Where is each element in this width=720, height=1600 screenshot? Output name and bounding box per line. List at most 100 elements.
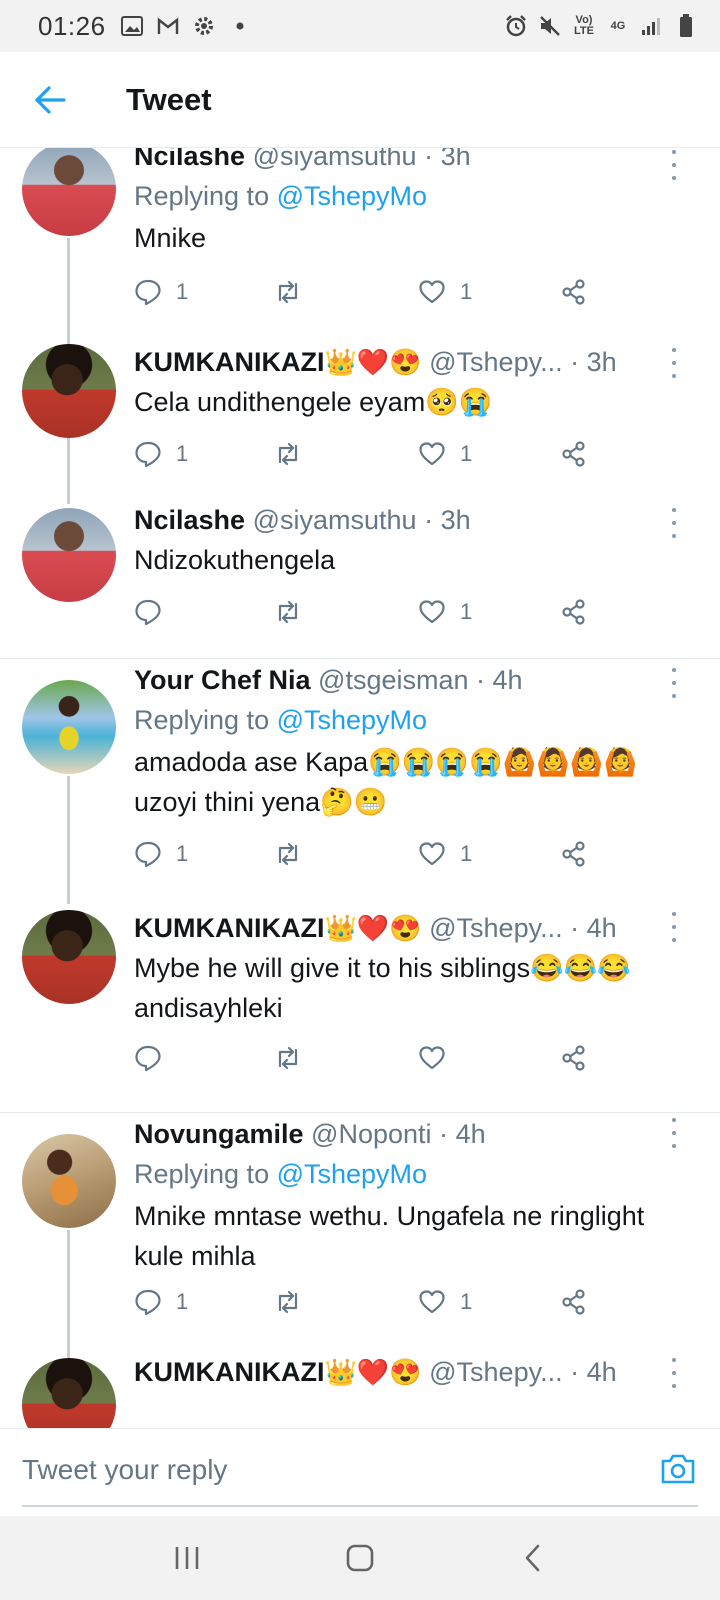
heart-icon	[419, 442, 445, 466]
separator-dot: ·	[424, 148, 434, 171]
like-button[interactable]: 1	[418, 272, 472, 312]
name-emoji: 👑❤️😍	[324, 347, 422, 377]
tweet-body: KUMKANIKAZI👑❤️😍 @Tshepy... · 4h	[134, 1354, 692, 1390]
mention-link[interactable]: @TshepyMo	[277, 181, 427, 211]
reply-button[interactable]: 1	[134, 834, 188, 874]
heart-icon	[419, 1046, 445, 1070]
retweet-button[interactable]	[274, 272, 302, 312]
tweet-time: 3h	[440, 148, 471, 171]
reply-button[interactable]: 1	[134, 272, 188, 312]
like-count: 1	[460, 441, 473, 466]
user-handle[interactable]: @Tshepy...	[429, 1357, 562, 1387]
thread-line	[67, 1230, 70, 1358]
like-button[interactable]	[418, 1038, 460, 1078]
like-count: 1	[460, 841, 473, 866]
share-icon	[562, 1045, 585, 1071]
replying-prefix: Replying to	[134, 181, 277, 211]
back-arrow-icon	[35, 85, 66, 114]
user-name[interactable]: Ncilashe	[134, 505, 245, 535]
more-options-icon[interactable]	[668, 508, 680, 538]
user-handle[interactable]: @siyamsuthu	[253, 148, 417, 171]
user-name[interactable]: Ncilashe	[134, 148, 245, 171]
avatar[interactable]	[22, 148, 116, 236]
avatar[interactable]	[22, 910, 116, 1004]
more-options-icon[interactable]	[668, 348, 680, 378]
user-name[interactable]: Novungamile	[134, 1119, 304, 1149]
user-name[interactable]: Your Chef Nia	[134, 665, 311, 695]
reply-button[interactable]: 1	[134, 434, 188, 474]
reply-icon	[135, 279, 161, 306]
tweet-actions: 1	[134, 592, 614, 632]
like-count: 1	[460, 279, 473, 304]
retweet-icon	[278, 600, 298, 624]
tweet-header: Your Chef Nia @tsgeisman · 4h	[134, 662, 692, 698]
home-icon	[346, 1544, 374, 1572]
tweet-header: Ncilashe @siyamsuthu · 3h	[134, 148, 692, 174]
signal-icon	[640, 14, 664, 38]
share-button[interactable]	[560, 592, 588, 632]
mention-link[interactable]: @TshepyMo	[277, 705, 427, 735]
avatar[interactable]	[22, 1358, 116, 1428]
user-handle[interactable]: @tsgeisman	[318, 665, 468, 695]
reply-input[interactable]	[22, 1445, 632, 1495]
tweet-body: Your Chef Nia @tsgeisman · 4h Replying t…	[134, 662, 692, 822]
avatar[interactable]	[22, 344, 116, 438]
user-name[interactable]: KUMKANIKAZI	[134, 913, 324, 943]
app-header: Tweet	[0, 52, 720, 148]
user-handle[interactable]: @Tshepy...	[429, 913, 562, 943]
like-button[interactable]: 1	[418, 834, 472, 874]
share-button[interactable]	[560, 1038, 588, 1078]
like-button[interactable]: 1	[418, 1282, 472, 1322]
avatar[interactable]	[22, 508, 116, 602]
notification-dot-icon	[228, 14, 252, 38]
more-options-icon[interactable]	[668, 668, 680, 698]
back-button[interactable]	[20, 70, 80, 130]
retweet-button[interactable]	[274, 1038, 302, 1078]
status-time: 01:26	[38, 10, 106, 41]
tweet-header: KUMKANIKAZI👑❤️😍 @Tshepy... · 4h	[134, 1354, 692, 1390]
more-options-icon[interactable]	[668, 1358, 680, 1388]
more-options-icon[interactable]	[668, 1118, 680, 1148]
share-icon	[562, 599, 585, 625]
retweet-button[interactable]	[274, 1282, 302, 1322]
retweet-icon	[278, 442, 298, 466]
recent-apps-button[interactable]	[157, 1528, 217, 1588]
share-button[interactable]	[560, 834, 588, 874]
retweet-icon	[278, 1046, 298, 1070]
reply-button[interactable]	[134, 592, 176, 632]
system-back-button[interactable]	[503, 1528, 563, 1588]
share-button[interactable]	[560, 434, 588, 474]
tweet-actions: 1 1	[134, 1282, 614, 1322]
share-button[interactable]	[560, 1282, 588, 1322]
retweet-button[interactable]	[274, 592, 302, 632]
avatar[interactable]	[22, 1134, 116, 1228]
home-button[interactable]	[330, 1528, 390, 1588]
user-name[interactable]: KUMKANIKAZI	[134, 347, 324, 377]
user-handle[interactable]: @siyamsuthu	[253, 505, 417, 535]
camera-icon	[661, 1454, 695, 1484]
reply-button[interactable]: 1	[134, 1282, 188, 1322]
heart-icon	[419, 1290, 445, 1314]
user-name[interactable]: KUMKANIKAZI	[134, 1357, 324, 1387]
more-options-icon[interactable]	[668, 150, 680, 180]
reply-feed[interactable]: Ncilashe @siyamsuthu · 3h Replying to @T…	[0, 148, 720, 1428]
4g-icon: 4G	[610, 19, 626, 32]
avatar[interactable]	[22, 680, 116, 774]
like-button[interactable]: 1	[418, 592, 472, 632]
like-button[interactable]: 1	[418, 434, 472, 474]
share-button[interactable]	[560, 272, 588, 312]
user-handle[interactable]: @Noponti	[311, 1119, 431, 1149]
thread-line	[67, 776, 70, 904]
retweet-button[interactable]	[274, 434, 302, 474]
mention-link[interactable]: @TshepyMo	[277, 1159, 427, 1189]
separator-dot: ·	[570, 1357, 580, 1387]
camera-button[interactable]	[658, 1449, 698, 1489]
reply-button[interactable]	[134, 1038, 176, 1078]
replying-to: Replying to @TshepyMo	[134, 700, 692, 740]
more-options-icon[interactable]	[668, 912, 680, 942]
reply-icon	[135, 1045, 161, 1072]
retweet-button[interactable]	[274, 834, 302, 874]
reply-icon	[135, 1289, 161, 1316]
tweet-actions	[134, 1038, 614, 1078]
user-handle[interactable]: @Tshepy...	[429, 347, 562, 377]
